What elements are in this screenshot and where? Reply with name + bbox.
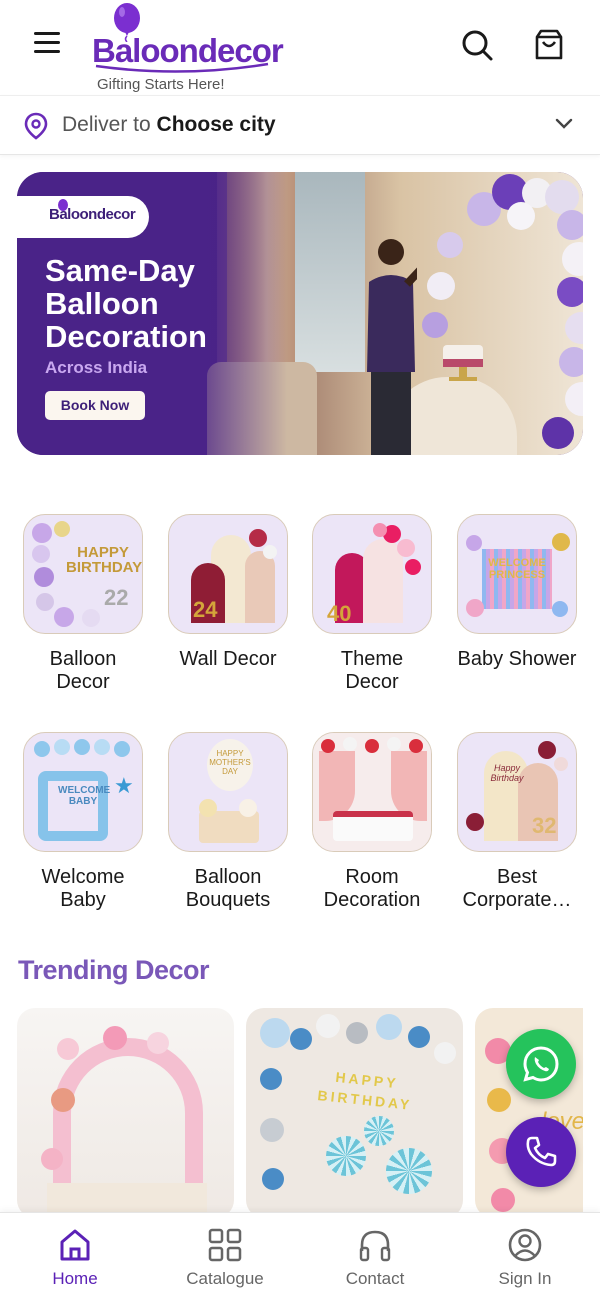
- decorator-person: [367, 239, 417, 455]
- age-32: 32: [532, 813, 557, 838]
- shopping-bag-icon[interactable]: [532, 28, 566, 62]
- category-image: WELCOME PRINCESS: [457, 514, 577, 634]
- category-image: [312, 732, 432, 852]
- welcome-baby-text: WELCOME BABY: [58, 785, 111, 807]
- category-baby-shower[interactable]: WELCOME PRINCESS Baby Shower: [447, 514, 587, 671]
- category-image: HAPPY MOTHER'S DAY: [168, 732, 288, 852]
- chevron-down-icon: [555, 118, 573, 129]
- menu-icon[interactable]: [34, 32, 64, 58]
- brand-logo[interactable]: Baloondecor Gifting Starts Here!: [92, 2, 284, 94]
- nav-signin[interactable]: Sign In: [465, 1213, 585, 1298]
- nav-contact[interactable]: Contact: [315, 1213, 435, 1298]
- trending-card-pink-arch[interactable]: [17, 1008, 234, 1218]
- grid-icon: [208, 1228, 242, 1262]
- category-best-corporate[interactable]: Happy Birthday 32 Best Corporate…: [447, 732, 587, 912]
- category-image: HAPPY BIRTHDAY 22: [23, 514, 143, 634]
- hero-banner[interactable]: Baloondecor Same-Day Balloon Decoration …: [17, 172, 583, 455]
- category-theme-decor[interactable]: 40 Theme Decor: [302, 514, 442, 694]
- cake: [443, 345, 483, 381]
- category-welcome-baby[interactable]: WELCOME BABY ★ Welcome Baby: [13, 732, 153, 912]
- phone-icon: [526, 1136, 557, 1167]
- happy-birthday-banner-text: HAPPY BIRTHDAY: [316, 1068, 414, 1113]
- location-text: Deliver to Choose city: [62, 113, 276, 137]
- category-label: Room Decoration: [323, 866, 421, 911]
- whatsapp-button[interactable]: [506, 1029, 576, 1099]
- happy-birthday-script-text: Happy Birthday: [490, 763, 524, 783]
- location-prefix: Deliver to: [62, 113, 151, 136]
- user-icon: [508, 1228, 542, 1262]
- banner-title: Same-Day Balloon Decoration: [45, 253, 207, 354]
- delivery-location-selector[interactable]: Deliver to Choose city: [0, 95, 600, 155]
- age-40: 40: [327, 601, 352, 626]
- home-icon: [60, 1229, 90, 1261]
- brand-tagline: Gifting Starts Here!: [97, 76, 225, 93]
- category-label: Balloon Decor: [49, 648, 117, 693]
- age-22: 22: [104, 585, 129, 610]
- category-image: WELCOME BABY ★: [23, 732, 143, 852]
- nav-contact-label: Contact: [345, 1269, 405, 1288]
- category-image: 24: [168, 514, 288, 634]
- category-balloon-decor[interactable]: HAPPY BIRTHDAY 22 Balloon Decor: [13, 514, 153, 694]
- category-image: 40: [312, 514, 432, 634]
- category-balloon-bouquets[interactable]: HAPPY MOTHER'S DAY Balloon Bouquets: [158, 732, 298, 912]
- nav-catalogue-label: Catalogue: [186, 1269, 264, 1288]
- headphones-icon: [359, 1230, 391, 1262]
- call-button[interactable]: [506, 1117, 576, 1187]
- category-wall-decor[interactable]: 24 Wall Decor: [158, 514, 298, 671]
- book-now-button[interactable]: Book Now: [45, 391, 145, 420]
- category-label: Baby Shower: [457, 648, 577, 670]
- nav-home-label: Home: [52, 1269, 98, 1288]
- trending-decor-heading: Trending Decor: [18, 955, 210, 985]
- location-city: Choose city: [156, 113, 276, 136]
- happy-birthday-text: HAPPY BIRTHDAY: [66, 544, 143, 576]
- app-header: Baloondecor Gifting Starts Here!: [0, 0, 600, 94]
- location-pin-icon: [24, 112, 48, 140]
- category-label: Theme Decor: [340, 648, 404, 693]
- age-24: 24: [193, 597, 218, 622]
- category-image: Happy Birthday 32: [457, 732, 577, 852]
- category-label: Best Corporate…: [462, 866, 572, 911]
- happy-mothers-day-text: HAPPY MOTHER'S DAY: [209, 749, 251, 776]
- category-room-decoration[interactable]: Room Decoration: [302, 732, 442, 912]
- nav-catalogue[interactable]: Catalogue: [165, 1213, 285, 1298]
- whatsapp-icon: [523, 1046, 559, 1082]
- category-label: Wall Decor: [179, 648, 277, 670]
- banner-logo-text: Baloondecor: [49, 206, 136, 223]
- category-label: Balloon Bouquets: [185, 866, 271, 911]
- nav-home[interactable]: Home: [15, 1213, 135, 1298]
- banner-logo-pill: Baloondecor: [17, 196, 149, 238]
- category-label: Welcome Baby: [41, 866, 125, 911]
- bottom-navigation: Home Catalogue Contact Sign In: [0, 1212, 600, 1298]
- search-icon[interactable]: [460, 28, 494, 62]
- welcome-princess-text: WELCOME PRINCESS: [488, 557, 546, 581]
- banner-subtitle: Across India: [45, 358, 148, 377]
- logo-swoosh: [95, 62, 269, 73]
- trending-card-blue-birthday[interactable]: HAPPY BIRTHDAY: [246, 1008, 463, 1218]
- nav-signin-label: Sign In: [498, 1269, 552, 1288]
